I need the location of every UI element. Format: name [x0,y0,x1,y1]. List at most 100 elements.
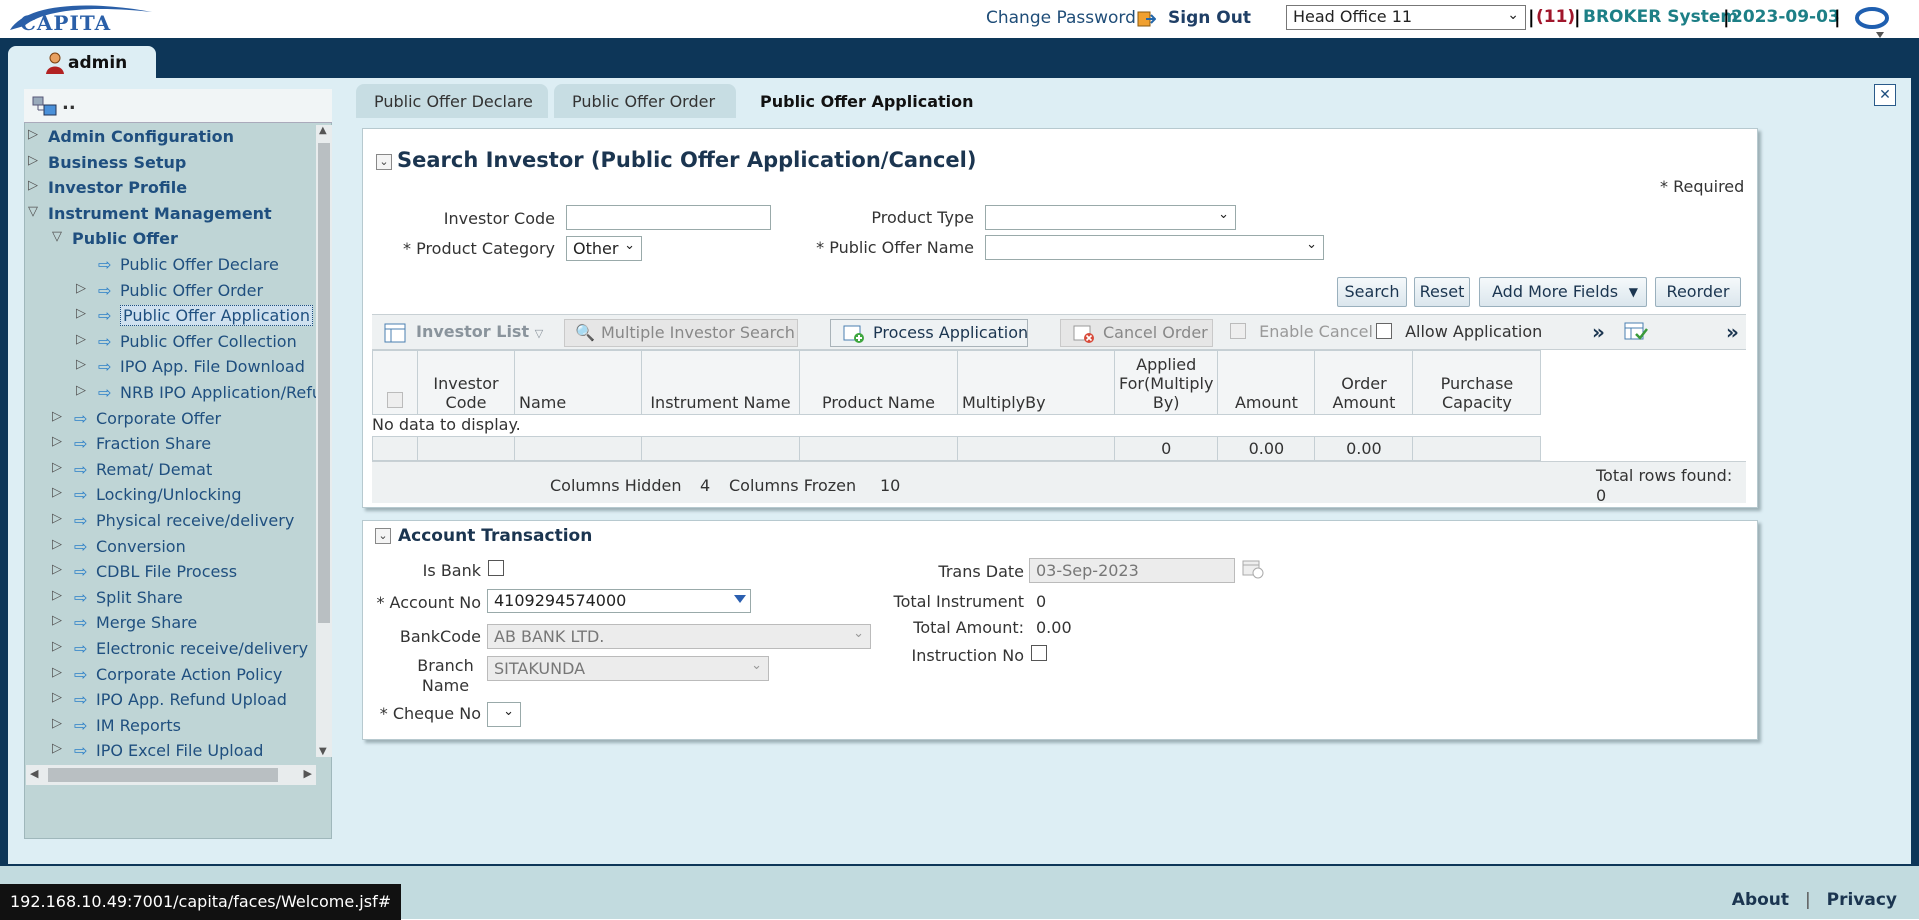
expand-toggle-icon[interactable]: ▷ [52,460,62,475]
expand-toggle-icon[interactable]: ▷ [76,357,86,372]
investor-list-menu[interactable]: Investor List ▽ [416,319,543,347]
sign-out-link[interactable]: Sign Out [1168,8,1251,28]
branch-name-select[interactable]: SITAKUNDA ⌄ [487,656,769,681]
cancel-order-button[interactable]: Cancel Order [1060,319,1213,347]
arrow-right-icon: ⇨ [98,383,112,402]
privacy-link[interactable]: Privacy [1827,890,1897,910]
total-rows-value: 0 [1596,486,1607,505]
column-header[interactable]: Investor Code [417,350,515,415]
change-password-link[interactable]: Change Password [986,8,1136,28]
is-bank-checkbox[interactable] [488,560,504,576]
sign-out-icon[interactable] [1136,9,1156,29]
office-select[interactable]: Head Office 11 ⌄ [1286,5,1526,30]
tree-item-label: Conversion [96,536,186,556]
expand-toggle-icon[interactable]: ▷ [52,665,62,680]
expand-toggle-icon[interactable]: ▷ [52,690,62,705]
instruction-no-checkbox[interactable] [1031,645,1047,661]
expand-toggle-icon[interactable]: ▷ [52,485,62,500]
process-application-button[interactable]: Process Application [830,319,1028,347]
collapse-icon[interactable]: ⌄ [375,528,391,544]
account-panel-title: Account Transaction [398,526,593,546]
expand-toggle-icon[interactable]: ▷ [52,716,62,731]
expand-toggle-icon[interactable]: ▷ [76,281,86,296]
tree-item-label: Physical receive/delivery [96,511,295,530]
public-offer-name-select[interactable]: ⌄ [985,235,1324,260]
toolbar-overflow-icon[interactable]: » [1726,319,1739,347]
expand-toggle-icon[interactable]: ▷ [52,588,62,603]
tree-item-label: IPO Excel File Upload [96,741,264,761]
arrow-right-icon: ⇨ [98,357,112,377]
scroll-right-icon[interactable]: ▶ [304,767,312,780]
column-chooser-icon[interactable] [1624,322,1648,344]
scrollbar-thumb[interactable] [318,143,330,623]
column-header[interactable]: Product Name [799,350,958,415]
multiple-investor-search-button[interactable]: 🔍 Multiple Investor Search [564,319,798,347]
product-category-select[interactable]: Other ⌄ [566,236,642,261]
chevron-down-icon: ⌄ [624,238,635,253]
expand-toggle-icon[interactable]: ▷ [28,153,38,168]
reset-button[interactable]: Reset [1414,277,1470,307]
enable-cancel-label: Enable Cancel [1259,322,1373,341]
scroll-down-icon[interactable]: ▼ [319,746,327,757]
reorder-button[interactable]: Reorder [1655,277,1741,307]
about-link[interactable]: About [1732,890,1789,910]
tree-vertical-scrollbar[interactable]: ▲ ▼ [316,125,332,757]
product-type-select[interactable]: ⌄ [985,205,1236,230]
column-header[interactable]: Amount [1217,350,1316,415]
search-button[interactable]: Search [1337,277,1407,307]
expand-toggle-icon[interactable]: ▷ [28,178,38,193]
collapse-toggle-icon[interactable]: ▽ [28,204,38,219]
expand-toggle-icon[interactable]: ▷ [52,537,62,552]
total-instrument-value: 0 [1036,592,1047,611]
dropdown-icon[interactable] [734,595,746,603]
tree-header-label[interactable]: .. [62,93,76,114]
expand-toggle-icon[interactable]: ▷ [76,383,86,398]
tree-horizontal-scrollbar[interactable]: ◀ ▶ [26,765,316,785]
scrollbar-thumb[interactable] [48,768,278,782]
tab-public-offer-application[interactable]: Public Offer Application [742,84,1012,118]
account-no-input[interactable]: 4109294574000 [487,589,751,613]
calendar-icon[interactable] [1241,557,1265,579]
trans-date-input[interactable]: 03-Sep-2023 [1029,558,1235,583]
column-header[interactable]: Name [514,350,642,415]
capita-logo: CAPITA [10,5,152,34]
toolbar-overflow-icon[interactable]: » [1592,319,1605,347]
enable-cancel-checkbox[interactable] [1230,323,1246,339]
no-data-message: No data to display. [372,415,521,434]
column-header[interactable]: Applied For(Multiply By) [1113,350,1219,415]
investor-code-input[interactable] [566,205,771,230]
add-more-fields-label: Add More Fields [1492,282,1619,301]
tab-public-offer-order[interactable]: Public Offer Order [554,84,736,118]
select-all-checkbox[interactable] [387,392,403,408]
notification-count[interactable]: (11) [1536,7,1575,27]
bank-code-select[interactable]: AB BANK LTD. ⌄ [487,624,871,649]
expand-toggle-icon[interactable]: ▷ [52,434,62,449]
column-header[interactable]: Order Amount [1314,350,1414,415]
expand-toggle-icon[interactable]: ▷ [52,511,62,526]
expand-toggle-icon[interactable]: ▷ [52,562,62,577]
expand-toggle-icon[interactable]: ▷ [52,639,62,654]
tab-public-offer-declare[interactable]: Public Offer Declare [356,84,548,118]
expand-toggle-icon[interactable]: ▷ [76,332,86,347]
column-header[interactable]: Instrument Name [641,350,800,415]
allow-application-checkbox[interactable] [1376,323,1392,339]
column-header[interactable]: Purchase Capacity [1412,350,1542,415]
chevron-down-icon: ▽ [534,327,544,340]
chevron-down-icon: ▼ [1628,285,1638,299]
expand-toggle-icon[interactable]: ▷ [76,306,86,321]
scroll-left-icon[interactable]: ◀ [30,767,38,780]
allow-application-option: Allow Application [1376,319,1542,347]
cheque-no-select[interactable]: ⌄ [487,702,521,727]
tree-root-icon [32,96,57,116]
expand-toggle-icon[interactable]: ▷ [28,127,38,142]
scroll-up-icon[interactable]: ▲ [319,125,327,136]
expand-toggle-icon[interactable]: ▷ [52,613,62,628]
column-header[interactable]: MultiplyBy [957,350,1115,415]
expand-toggle-icon[interactable]: ▷ [52,409,62,424]
collapse-toggle-icon[interactable]: ▽ [52,229,62,244]
expand-toggle-icon[interactable]: ▷ [52,741,62,756]
collapse-icon[interactable]: ⌄ [376,154,392,170]
close-tab-button[interactable]: ✕ [1874,84,1896,106]
account-no-value: 4109294574000 [494,591,627,610]
add-more-fields-button[interactable]: Add More Fields ▼ [1479,277,1647,307]
